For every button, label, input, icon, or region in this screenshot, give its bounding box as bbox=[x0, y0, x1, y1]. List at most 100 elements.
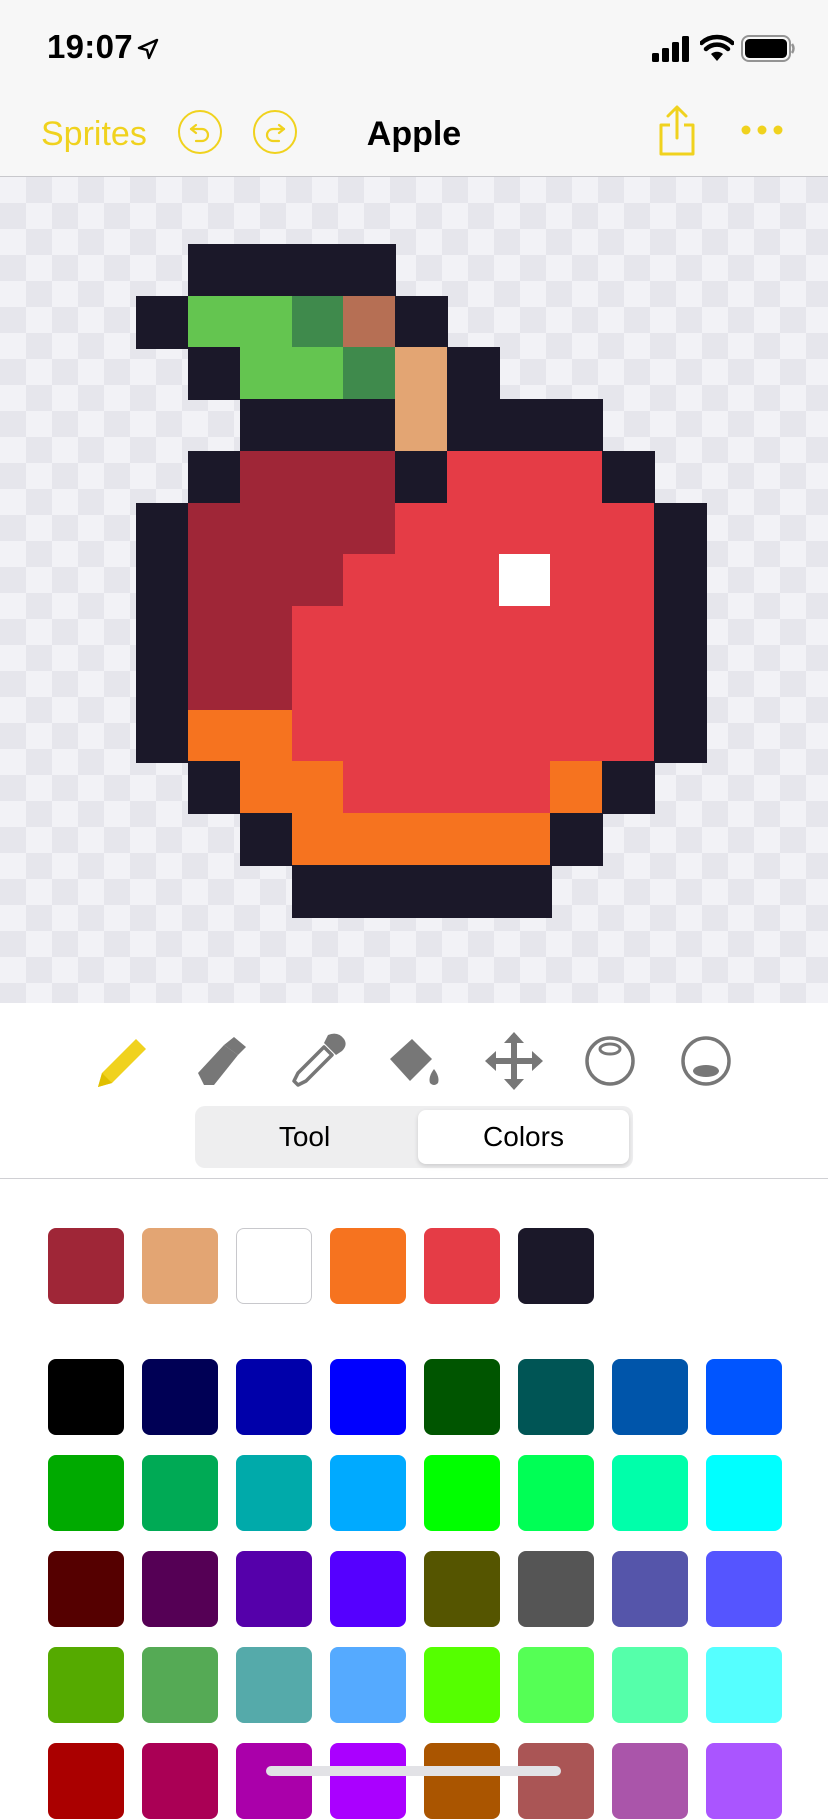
sprite-pixel bbox=[343, 710, 396, 763]
sprite-pixel bbox=[292, 865, 345, 918]
palette-color-swatch[interactable] bbox=[48, 1743, 124, 1819]
palette-color-swatch[interactable] bbox=[612, 1551, 688, 1627]
sprite-pixel bbox=[499, 761, 552, 814]
palette-color-swatch[interactable] bbox=[424, 1359, 500, 1435]
recent-color-swatch[interactable] bbox=[330, 1228, 406, 1304]
sprite-pixel bbox=[447, 658, 500, 711]
sprite-pixel bbox=[136, 554, 189, 607]
palette-color-swatch[interactable] bbox=[518, 1455, 594, 1531]
palette-color-swatch[interactable] bbox=[330, 1551, 406, 1627]
circle-fill-icon[interactable] bbox=[674, 1029, 738, 1093]
sprite-pixel bbox=[343, 761, 396, 814]
tab-tool[interactable]: Tool bbox=[199, 1110, 410, 1164]
palette-color-swatch[interactable] bbox=[236, 1551, 312, 1627]
sprite-pixel bbox=[136, 606, 189, 659]
sprite-pixel-art[interactable] bbox=[0, 177, 828, 1003]
palette-color-swatch[interactable] bbox=[518, 1359, 594, 1435]
sprite-pixel bbox=[188, 451, 241, 504]
recent-color-swatch[interactable] bbox=[236, 1228, 312, 1304]
palette-color-swatch[interactable] bbox=[424, 1551, 500, 1627]
sprite-pixel bbox=[292, 451, 345, 504]
move-icon[interactable] bbox=[482, 1029, 546, 1093]
recent-color-swatch[interactable] bbox=[518, 1228, 594, 1304]
sprite-pixel bbox=[550, 606, 603, 659]
palette-color-swatch[interactable] bbox=[142, 1455, 218, 1531]
palette-color-swatch[interactable] bbox=[518, 1647, 594, 1723]
palette-color-swatch[interactable] bbox=[236, 1455, 312, 1531]
eyedropper-icon[interactable] bbox=[286, 1029, 350, 1093]
sprite-pixel bbox=[188, 761, 241, 814]
palette-color-swatch[interactable] bbox=[236, 1743, 312, 1819]
redo-button[interactable] bbox=[253, 110, 297, 154]
palette-color-swatch[interactable] bbox=[706, 1743, 782, 1819]
recent-color-swatch[interactable] bbox=[142, 1228, 218, 1304]
undo-button[interactable] bbox=[178, 110, 222, 154]
palette-color-swatch[interactable] bbox=[142, 1359, 218, 1435]
palette-color-swatch[interactable] bbox=[424, 1455, 500, 1531]
sprite-pixel bbox=[550, 710, 603, 763]
share-icon[interactable] bbox=[655, 104, 699, 158]
sprite-pixel bbox=[136, 503, 189, 556]
sprite-pixel bbox=[499, 865, 552, 918]
palette-color-swatch[interactable] bbox=[48, 1647, 124, 1723]
palette-color-swatch[interactable] bbox=[612, 1455, 688, 1531]
palette-color-swatch[interactable] bbox=[706, 1359, 782, 1435]
sprite-pixel bbox=[136, 296, 189, 349]
sprite-pixel bbox=[395, 710, 448, 763]
recent-color-swatch[interactable] bbox=[424, 1228, 500, 1304]
sprite-pixel bbox=[292, 658, 345, 711]
paint-bucket-icon[interactable] bbox=[384, 1029, 448, 1093]
sprite-pixel bbox=[499, 503, 552, 556]
circle-outline-icon[interactable] bbox=[578, 1029, 642, 1093]
palette-color-swatch[interactable] bbox=[142, 1743, 218, 1819]
palette-color-swatch[interactable] bbox=[142, 1647, 218, 1723]
palette-color-swatch[interactable] bbox=[330, 1647, 406, 1723]
recent-color-swatch[interactable] bbox=[48, 1228, 124, 1304]
sprite-pixel bbox=[654, 658, 707, 711]
palette-color-swatch[interactable] bbox=[706, 1455, 782, 1531]
sprite-pixel bbox=[292, 244, 345, 297]
palette-color-swatch[interactable] bbox=[612, 1743, 688, 1819]
palette-color-swatch[interactable] bbox=[612, 1359, 688, 1435]
sprite-canvas[interactable] bbox=[0, 177, 828, 1003]
palette-color-swatch[interactable] bbox=[48, 1359, 124, 1435]
sprite-pixel bbox=[240, 296, 293, 349]
palette-color-swatch[interactable] bbox=[330, 1743, 406, 1819]
palette-color-swatch[interactable] bbox=[424, 1743, 500, 1819]
sprite-pixel bbox=[240, 399, 293, 452]
palette-color-swatch[interactable] bbox=[518, 1551, 594, 1627]
palette-color-swatch[interactable] bbox=[236, 1359, 312, 1435]
sprite-pixel bbox=[240, 761, 293, 814]
sprite-pixel bbox=[240, 554, 293, 607]
palette-color-swatch[interactable] bbox=[706, 1647, 782, 1723]
sprite-pixel bbox=[240, 606, 293, 659]
sprite-pixel bbox=[188, 710, 241, 763]
palette-color-swatch[interactable] bbox=[706, 1551, 782, 1627]
palette-color-swatch[interactable] bbox=[48, 1455, 124, 1531]
palette-color-swatch[interactable] bbox=[518, 1743, 594, 1819]
sprite-pixel bbox=[654, 710, 707, 763]
sprite-pixel bbox=[240, 244, 293, 297]
more-options-icon[interactable] bbox=[740, 120, 784, 140]
sprite-pixel bbox=[343, 296, 396, 349]
palette-color-swatch[interactable] bbox=[612, 1647, 688, 1723]
sprite-pixel bbox=[499, 710, 552, 763]
sprite-pixel bbox=[447, 761, 500, 814]
sprite-pixel bbox=[550, 554, 603, 607]
tab-colors[interactable]: Colors bbox=[418, 1110, 629, 1164]
pencil-icon[interactable] bbox=[90, 1029, 154, 1093]
palette-color-swatch[interactable] bbox=[330, 1455, 406, 1531]
back-button-sprites[interactable]: Sprites bbox=[41, 115, 147, 154]
palette-color-swatch[interactable] bbox=[236, 1647, 312, 1723]
home-indicator bbox=[266, 1766, 561, 1776]
palette-color-swatch[interactable] bbox=[142, 1551, 218, 1627]
sprite-pixel bbox=[240, 658, 293, 711]
palette-color-swatch[interactable] bbox=[48, 1551, 124, 1627]
eraser-icon[interactable] bbox=[188, 1029, 252, 1093]
sprite-pixel bbox=[447, 503, 500, 556]
palette-color-swatch[interactable] bbox=[330, 1359, 406, 1435]
sprite-pixel bbox=[499, 658, 552, 711]
palette-color-swatch[interactable] bbox=[424, 1647, 500, 1723]
sprite-pixel bbox=[447, 606, 500, 659]
redo-icon bbox=[265, 123, 286, 143]
